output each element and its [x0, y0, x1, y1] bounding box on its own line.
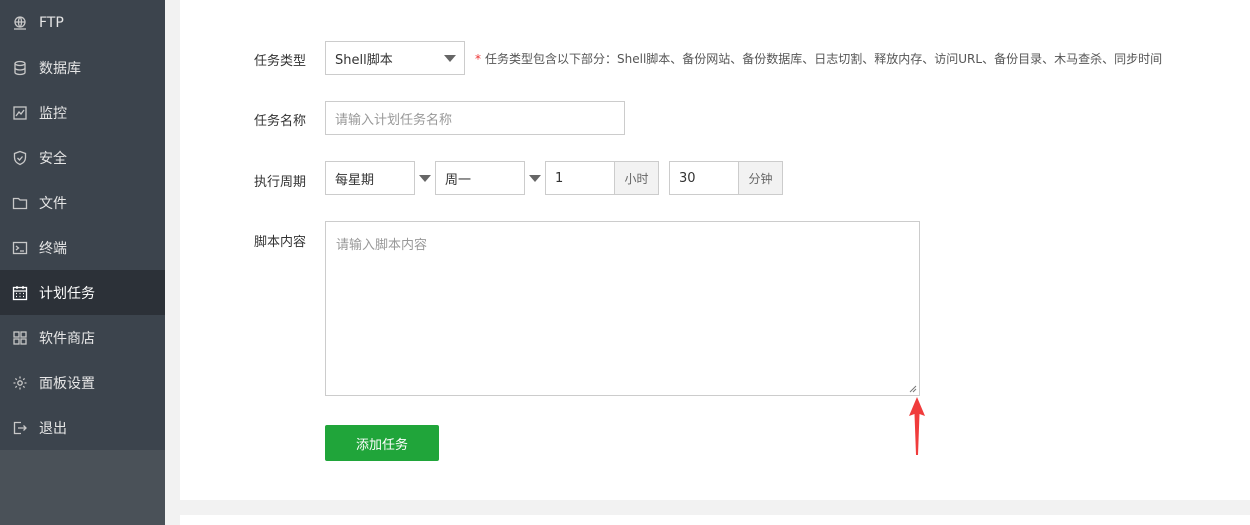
sidebar-item-terminal[interactable]: 终端 [0, 225, 165, 270]
period-label: 执行周期 [254, 175, 307, 190]
sidebar-menu: FTP 数据库 监控 安全 文件 终端 计划任务 软件商店 面板设置 退出 [0, 0, 165, 450]
sidebar-item-label: 退出 [39, 420, 67, 437]
terminal-icon [12, 240, 28, 256]
task-name-input[interactable]: 请输入计划任务名称 [325, 101, 625, 135]
weekday-chevron-down-icon[interactable] [529, 175, 541, 182]
sidebar-item-ftp[interactable]: FTP [0, 0, 165, 45]
minute-value: 30 [679, 170, 696, 186]
next-panel [180, 515, 1250, 525]
globe-icon [12, 15, 28, 31]
sidebar-item-label: 软件商店 [39, 330, 95, 347]
add-task-button[interactable]: 添加任务 [325, 425, 439, 461]
resize-handle-icon[interactable] [909, 385, 917, 393]
chevron-down-icon [444, 54, 456, 62]
required-mark: * [475, 52, 481, 66]
red-arrow-annotation-icon [909, 397, 925, 455]
hour-input[interactable]: 1 [545, 161, 615, 195]
weekday-value: 周一 [445, 172, 472, 188]
shield-icon [12, 150, 28, 166]
weekday-select[interactable]: 周一 [435, 161, 525, 195]
script-placeholder: 请输入脚本内容 [336, 238, 428, 253]
sidebar-item-panel-settings[interactable]: 面板设置 [0, 360, 165, 405]
cycle-chevron-down-icon[interactable] [419, 175, 431, 182]
database-icon [12, 60, 28, 76]
task-type-label: 任务类型 [254, 54, 307, 69]
sidebar-item-label: 数据库 [39, 60, 81, 77]
gear-icon [12, 375, 28, 391]
sidebar-item-files[interactable]: 文件 [0, 180, 165, 225]
grid-icon [12, 330, 28, 346]
sidebar-item-label: 计划任务 [39, 285, 95, 302]
sidebar-item-cron[interactable]: 计划任务 [0, 270, 165, 315]
task-type-select[interactable]: Shell脚本 [325, 41, 465, 75]
sidebar-item-label: FTP [39, 14, 64, 31]
sidebar-item-security[interactable]: 安全 [0, 135, 165, 180]
minute-unit: 分钟 [739, 161, 783, 195]
logout-icon [12, 420, 28, 436]
task-name-placeholder: 请输入计划任务名称 [335, 112, 453, 128]
sidebar-item-database[interactable]: 数据库 [0, 45, 165, 90]
sidebar-item-label: 终端 [39, 240, 67, 257]
hour-value: 1 [555, 170, 564, 186]
cycle-select[interactable]: 每星期 [325, 161, 415, 195]
sidebar-item-label: 文件 [39, 195, 67, 212]
script-textarea[interactable]: 请输入脚本内容 [325, 221, 920, 396]
calendar-icon [12, 285, 28, 301]
sidebar-item-label: 面板设置 [39, 375, 95, 392]
task-name-label: 任务名称 [254, 114, 307, 129]
cycle-value: 每星期 [335, 172, 375, 188]
monitor-icon [12, 105, 28, 121]
sidebar-item-software-store[interactable]: 软件商店 [0, 315, 165, 360]
minute-input[interactable]: 30 [669, 161, 739, 195]
sidebar-item-monitor[interactable]: 监控 [0, 90, 165, 135]
sidebar-item-label: 监控 [39, 105, 67, 122]
task-type-hint: * 任务类型包含以下部分：Shell脚本、备份网站、备份数据库、日志切割、释放内存… [475, 50, 1162, 67]
cron-form-panel: 任务类型 Shell脚本 * 任务类型包含以下部分：Shell脚本、备份网站、备份… [180, 0, 1250, 500]
hour-unit: 小时 [615, 161, 659, 195]
sidebar: FTP 数据库 监控 安全 文件 终端 计划任务 软件商店 面板设置 退出 [0, 0, 165, 525]
task-type-value: Shell脚本 [335, 52, 393, 68]
sidebar-item-label: 安全 [39, 150, 67, 167]
sidebar-item-logout[interactable]: 退出 [0, 405, 165, 450]
script-label: 脚本内容 [254, 235, 307, 250]
folder-icon [12, 195, 28, 211]
task-type-hint-text: 任务类型包含以下部分：Shell脚本、备份网站、备份数据库、日志切割、释放内存、… [485, 52, 1163, 66]
